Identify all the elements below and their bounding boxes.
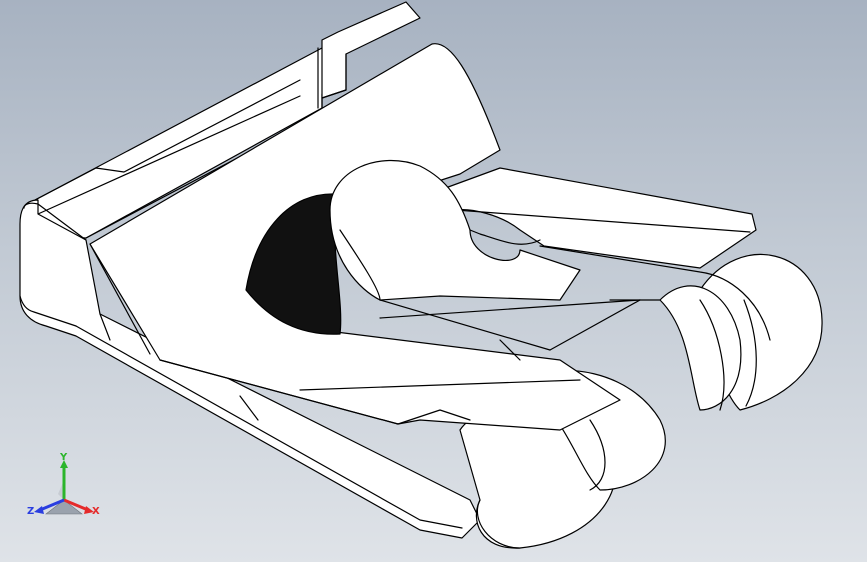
y-axis-label: Y xyxy=(59,452,68,463)
z-axis-label: Z xyxy=(27,506,34,517)
graphics-viewport[interactable]: Y X Z xyxy=(0,0,867,562)
coordinate-triad: Y X Z xyxy=(27,452,100,517)
triad-base-icon xyxy=(45,499,83,515)
z-axis-arrow-icon xyxy=(34,506,44,514)
x-axis-label: X xyxy=(92,506,100,517)
sheet-metal-clip-model[interactable] xyxy=(0,0,867,562)
